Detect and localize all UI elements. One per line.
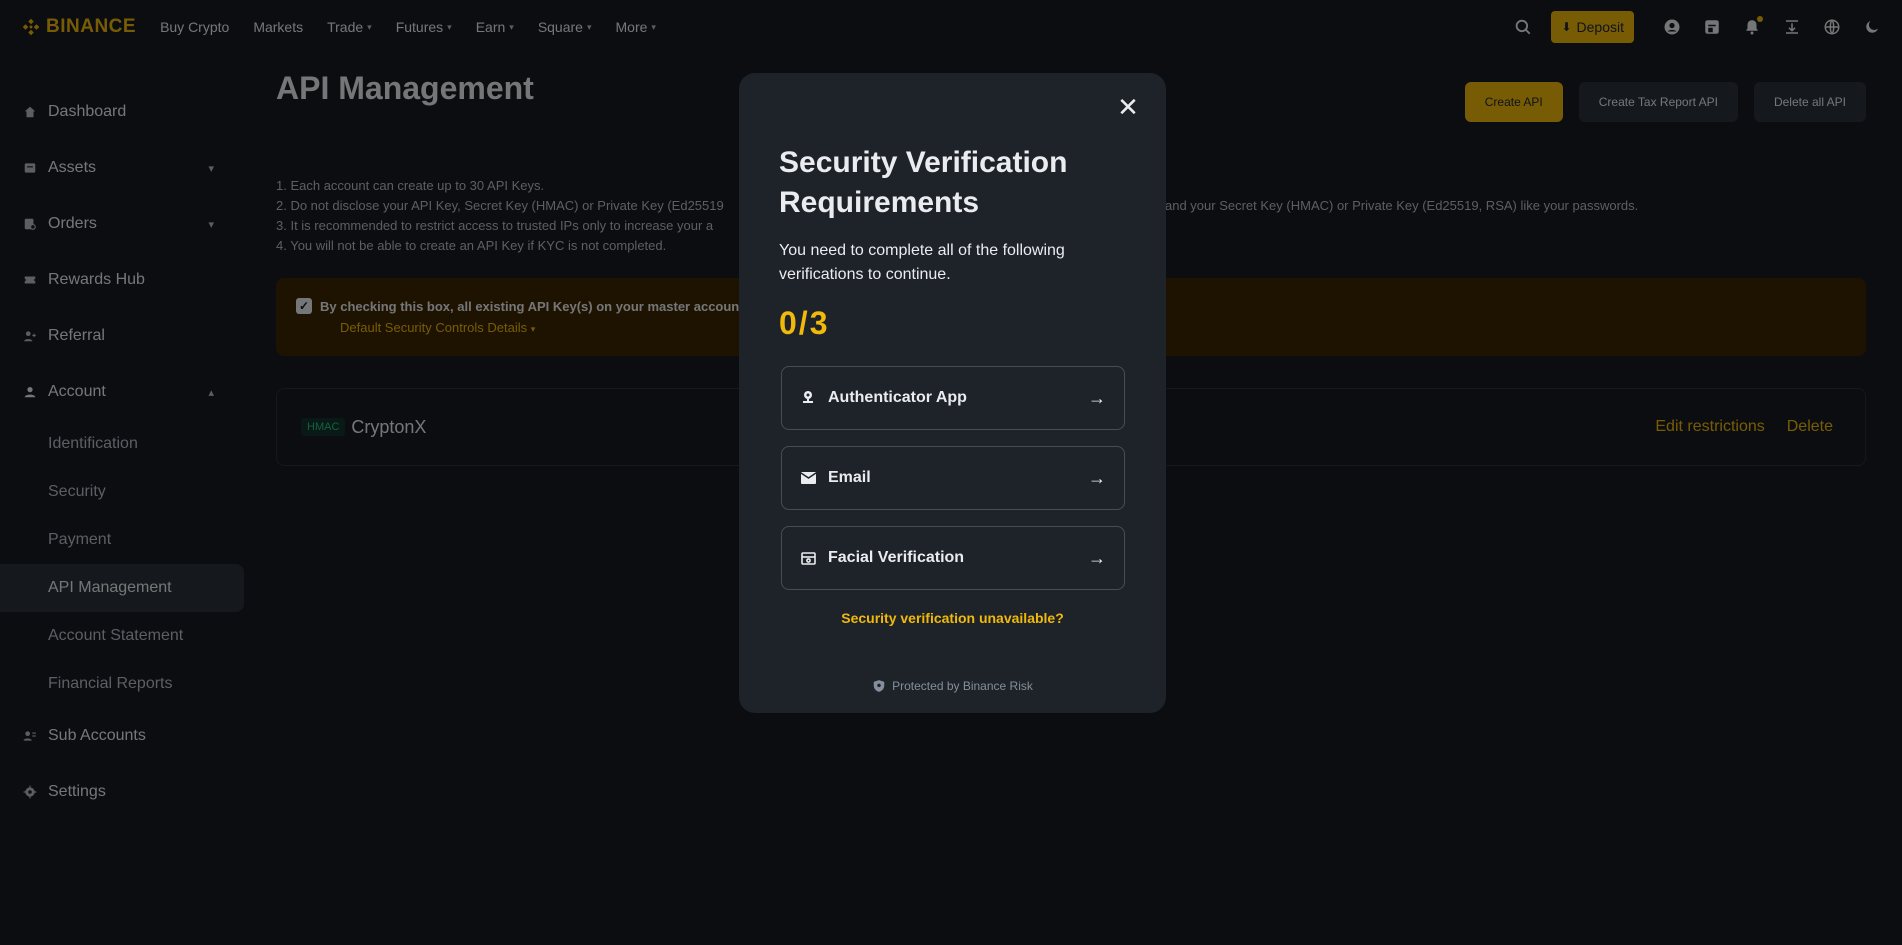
verification-unavailable-link[interactable]: Security verification unavailable? [779,610,1126,626]
modal-title: Security Verification Requirements [779,146,1068,219]
arrow-right-icon: → [1088,467,1106,488]
close-icon[interactable]: ✕ [1116,92,1140,122]
arrow-right-icon: → [1088,547,1106,568]
face-icon [800,550,816,566]
mail-icon [800,470,816,486]
facial-verification-option[interactable]: Facial Verification → [781,526,1125,590]
protected-footer: Protected by Binance Risk [739,679,1166,693]
security-verification-modal: ✕ Security Verification Requirements You… [739,73,1166,713]
arrow-right-icon: → [1088,387,1106,408]
protected-text: Protected by Binance Risk [892,679,1033,693]
shield-icon [873,680,885,692]
option-label: Facial Verification [828,549,965,566]
verification-progress: 0/3 [779,305,830,341]
modal-subtitle: You need to complete all of the followin… [779,242,1065,283]
email-option[interactable]: Email → [781,446,1125,510]
verification-options: Authenticator App → Email → Facial Verif… [779,366,1126,590]
option-label: Email [828,469,871,486]
option-label: Authenticator App [828,389,967,406]
authenticator-icon [800,390,816,406]
authenticator-app-option[interactable]: Authenticator App → [781,366,1125,430]
